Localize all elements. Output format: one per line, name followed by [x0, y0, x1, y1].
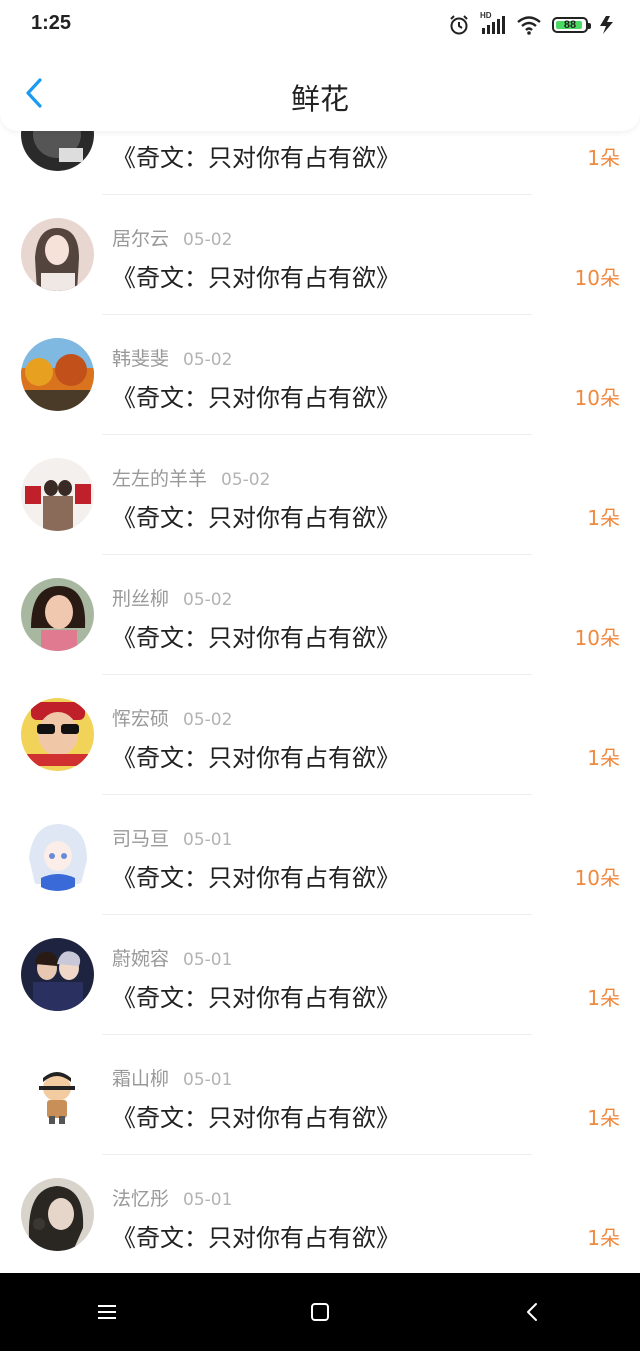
- flower-count: 1朵: [587, 506, 620, 530]
- divider: [102, 314, 532, 315]
- divider: [102, 674, 532, 675]
- list-item[interactable]: 司马亘 05-01 《奇文：只对你有占有欲》 10朵: [0, 796, 640, 916]
- list-item[interactable]: 恽宏硕 05-02 《奇文：只对你有占有欲》 1朵: [0, 676, 640, 796]
- battery-level: 88: [563, 19, 577, 31]
- nav-bar: 鲜花: [0, 52, 640, 131]
- user-name: 蔚婉容: [112, 948, 170, 970]
- date: 05-02: [183, 710, 233, 730]
- user-meta: 韩斐斐 05-02: [112, 344, 232, 371]
- avatar: [21, 698, 94, 771]
- status-bar: 1:25 HD 88: [0, 0, 640, 52]
- avatar: [21, 458, 94, 531]
- list-item[interactable]: 法忆彤 05-01 《奇文：只对你有占有欲》 1朵: [0, 1156, 640, 1276]
- list-item[interactable]: 刑丝柳 05-02 《奇文：只对你有占有欲》 10朵: [0, 556, 640, 676]
- list-item[interactable]: 韩斐斐 05-02 《奇文：只对你有占有欲》 10朵: [0, 316, 640, 436]
- user-meta: 刑丝柳 05-02: [112, 584, 232, 611]
- book-title: 《奇文：只对你有占有欲》: [112, 504, 400, 532]
- list-item[interactable]: 居尔云 05-02 《奇文：只对你有占有欲》 10朵: [0, 196, 640, 316]
- book-title: 《奇文：只对你有占有欲》: [112, 384, 400, 412]
- user-name: 韩斐斐: [112, 348, 170, 370]
- back-triangle-icon: [527, 1303, 538, 1321]
- user-meta: 司马亘 05-01: [112, 824, 232, 851]
- divider: [102, 914, 532, 915]
- user-meta: 左左的羊羊 05-02: [112, 464, 270, 491]
- list-item[interactable]: 霜山柳 05-01 《奇文：只对你有占有欲》 1朵: [0, 1036, 640, 1156]
- flower-count: 10朵: [574, 266, 620, 290]
- avatar: [21, 1058, 94, 1131]
- user-meta: 居尔云 05-02: [112, 224, 232, 251]
- divider: [102, 1154, 532, 1155]
- avatar: [21, 578, 94, 651]
- page-title: 鲜花: [290, 82, 349, 116]
- avatar: [21, 218, 94, 291]
- book-title: 《奇文：只对你有占有欲》: [112, 1224, 400, 1252]
- divider: [102, 554, 532, 555]
- date: 05-01: [183, 950, 233, 970]
- date: 05-02: [183, 230, 233, 250]
- date: 05-01: [183, 830, 233, 850]
- user-meta: 恽宏硕 05-02: [112, 704, 232, 731]
- book-title: 《奇文：只对你有占有欲》: [112, 1104, 400, 1132]
- book-title: 《奇文：只对你有占有欲》: [112, 864, 400, 892]
- user-name: 司马亘: [112, 828, 170, 850]
- list-item[interactable]: 左左的羊羊 05-02 《奇文：只对你有占有欲》 1朵: [0, 436, 640, 556]
- avatar: [21, 818, 94, 891]
- date: 05-02: [183, 350, 233, 370]
- wifi-icon: [517, 16, 541, 35]
- signal-icon: HD: [480, 11, 506, 36]
- user-meta: 霜山柳 05-01: [112, 1064, 232, 1091]
- flower-count: 1朵: [587, 1226, 620, 1250]
- flower-count: 1朵: [587, 986, 620, 1010]
- system-nav-bar: [0, 1273, 640, 1351]
- battery-icon: 88: [552, 17, 591, 33]
- book-title: 《奇文：只对你有占有欲》: [112, 144, 400, 172]
- book-title: 《奇文：只对你有占有欲》: [112, 744, 400, 772]
- menu-button[interactable]: [77, 1282, 137, 1342]
- date: 05-01: [183, 1070, 233, 1090]
- date: 05-02: [221, 470, 271, 490]
- user-name: 居尔云: [112, 228, 170, 250]
- system-back-button[interactable]: [503, 1282, 563, 1342]
- avatar: [21, 1178, 94, 1251]
- user-name: 刑丝柳: [112, 588, 170, 610]
- menu-icon: [97, 1305, 116, 1319]
- charging-icon: [600, 16, 613, 34]
- avatar: [21, 338, 94, 411]
- status-icons: HD 88: [448, 11, 616, 36]
- list-item[interactable]: 蔚婉容 05-01 《奇文：只对你有占有欲》 1朵: [0, 916, 640, 1036]
- date: 05-01: [183, 1190, 233, 1210]
- home-square-icon: [310, 1303, 329, 1321]
- user-name: 法忆彤: [112, 1188, 170, 1210]
- date: 05-02: [183, 590, 233, 610]
- alarm-icon: [450, 15, 468, 35]
- flower-count: 1朵: [587, 746, 620, 770]
- flower-count: 10朵: [574, 386, 620, 410]
- book-title: 《奇文：只对你有占有欲》: [112, 264, 400, 292]
- status-time: 1:25: [31, 12, 72, 34]
- divider: [102, 1034, 532, 1035]
- user-meta: 蔚婉容 05-01: [112, 944, 232, 971]
- flower-count: 1朵: [587, 1106, 620, 1130]
- user-name: 恽宏硕: [112, 708, 170, 730]
- flower-count: 1朵: [587, 146, 620, 170]
- book-title: 《奇文：只对你有占有欲》: [112, 984, 400, 1012]
- flower-count: 10朵: [574, 866, 620, 890]
- avatar: [21, 938, 94, 1011]
- user-meta: 法忆彤 05-01: [112, 1184, 232, 1211]
- user-name: 左左的羊羊: [112, 468, 208, 490]
- user-name: 霜山柳: [112, 1068, 170, 1090]
- divider: [102, 794, 532, 795]
- home-button[interactable]: [290, 1282, 350, 1342]
- divider: [102, 194, 532, 195]
- divider: [102, 434, 532, 435]
- flower-count: 10朵: [574, 626, 620, 650]
- book-title: 《奇文：只对你有占有欲》: [112, 624, 400, 652]
